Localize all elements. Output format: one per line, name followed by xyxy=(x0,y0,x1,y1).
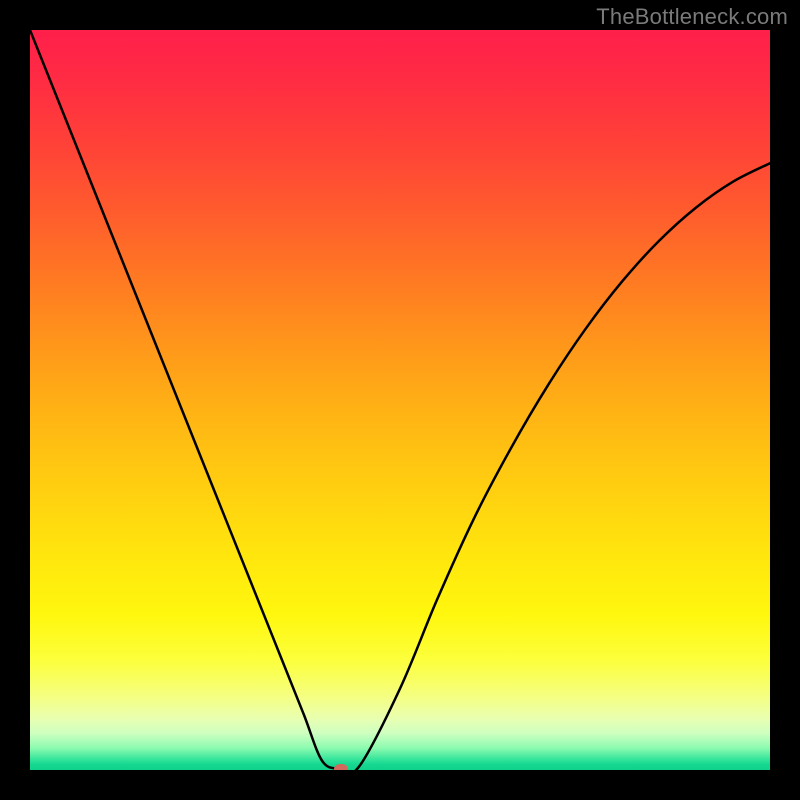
watermark-text: TheBottleneck.com xyxy=(596,4,788,30)
plot-area xyxy=(30,30,770,770)
bottleneck-curve xyxy=(30,30,770,770)
chart-frame: TheBottleneck.com xyxy=(0,0,800,800)
minimum-point-marker xyxy=(334,764,348,770)
